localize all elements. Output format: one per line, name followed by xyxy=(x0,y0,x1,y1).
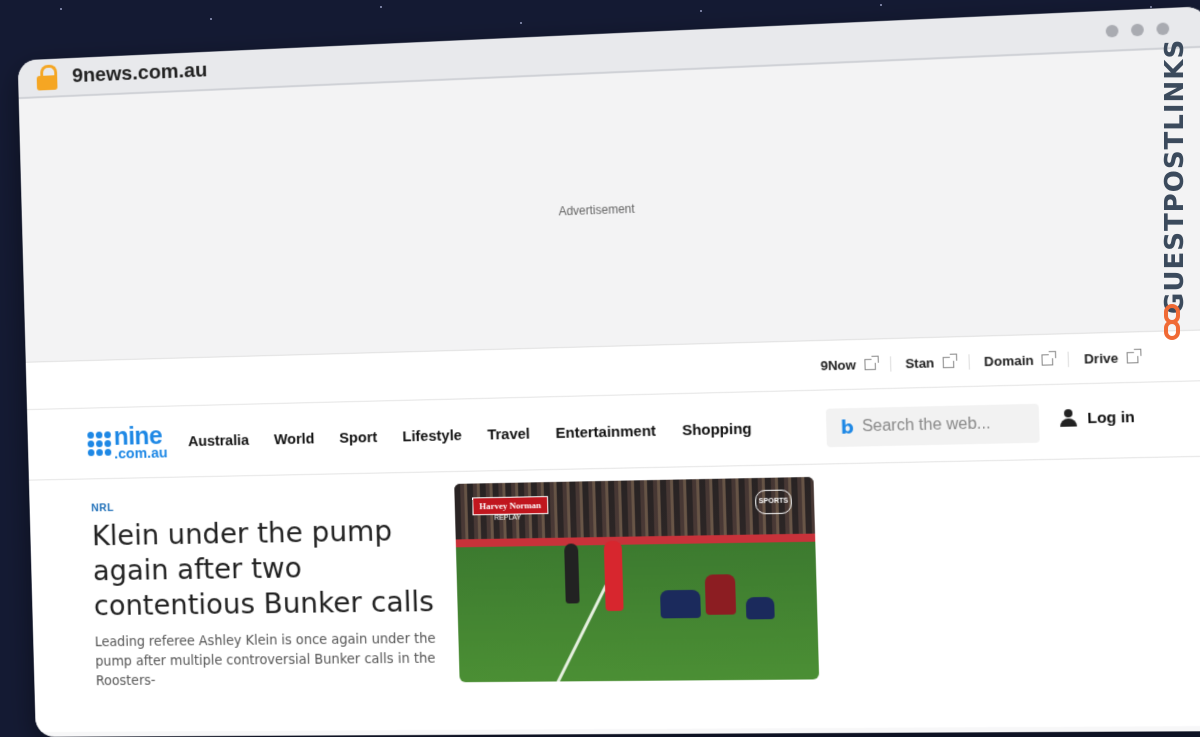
logo-domain: .com.au xyxy=(113,444,168,463)
nav-item-australia[interactable]: Australia xyxy=(188,432,249,450)
article-feature: NRL Klein under the pump again after two… xyxy=(28,456,1200,733)
article-category[interactable]: NRL xyxy=(91,502,114,514)
nav-item-lifestyle[interactable]: Lifestyle xyxy=(402,427,462,445)
article-hero-image[interactable]: Harvey Norman REPLAY SPORTS xyxy=(454,476,820,683)
advertisement-banner: Advertisement xyxy=(18,47,1200,363)
external-link-icon xyxy=(1041,353,1054,366)
nav-item-entertainment[interactable]: Entertainment xyxy=(555,422,656,441)
bing-icon: b xyxy=(840,416,855,439)
external-link-icon xyxy=(1126,351,1139,363)
utility-link-label[interactable]: Domain xyxy=(984,352,1034,369)
link-chain-icon xyxy=(1162,304,1184,344)
guestpostlinks-watermark: GUESTPOSTLINKS xyxy=(1158,38,1194,356)
lock-icon xyxy=(36,64,59,91)
utility-link-label[interactable]: Drive xyxy=(1084,350,1119,366)
url-text[interactable]: 9news.com.au xyxy=(72,59,208,88)
nav-item-travel[interactable]: Travel xyxy=(487,425,530,443)
utility-link-9now[interactable]: 9Now xyxy=(806,356,890,373)
nine-logo[interactable]: nine .com.au xyxy=(87,420,168,463)
sponsor-overlay: Harvey Norman xyxy=(472,496,549,516)
external-link-icon xyxy=(863,358,876,370)
search-input[interactable]: b Search the web... xyxy=(825,403,1040,448)
login-button[interactable]: Log in xyxy=(1060,408,1135,428)
browser-window: 9news.com.au Advertisement 9Now Stan Dom… xyxy=(17,6,1200,737)
article-summary: Leading referee Ashley Klein is once aga… xyxy=(94,630,436,689)
search-placeholder[interactable]: Search the web... xyxy=(862,415,991,436)
nav-item-sport[interactable]: Sport xyxy=(339,429,377,447)
utility-link-label[interactable]: 9Now xyxy=(820,357,856,373)
user-icon xyxy=(1060,409,1078,428)
advertisement-label: Advertisement xyxy=(558,201,635,219)
utility-link-domain[interactable]: Domain xyxy=(968,351,1069,370)
utility-link-drive[interactable]: Drive xyxy=(1068,348,1154,367)
nav-item-world[interactable]: World xyxy=(274,430,315,448)
logo-dots-icon xyxy=(87,430,112,456)
nav-item-shopping[interactable]: Shopping xyxy=(682,420,752,439)
utility-link-label[interactable]: Stan xyxy=(905,355,934,371)
watermark-text: GUESTPOSTLINKS xyxy=(1160,38,1190,314)
network-badge: SPORTS xyxy=(754,489,793,515)
utility-link-stan[interactable]: Stan xyxy=(889,353,969,372)
article-headline[interactable]: Klein under the pump again after two con… xyxy=(92,512,449,623)
browser-scene: 9news.com.au Advertisement 9Now Stan Dom… xyxy=(15,0,1200,737)
external-link-icon xyxy=(942,356,955,368)
login-label[interactable]: Log in xyxy=(1087,408,1135,427)
replay-tag: REPLAY xyxy=(494,514,522,522)
window-menu-dots[interactable] xyxy=(1105,22,1170,38)
